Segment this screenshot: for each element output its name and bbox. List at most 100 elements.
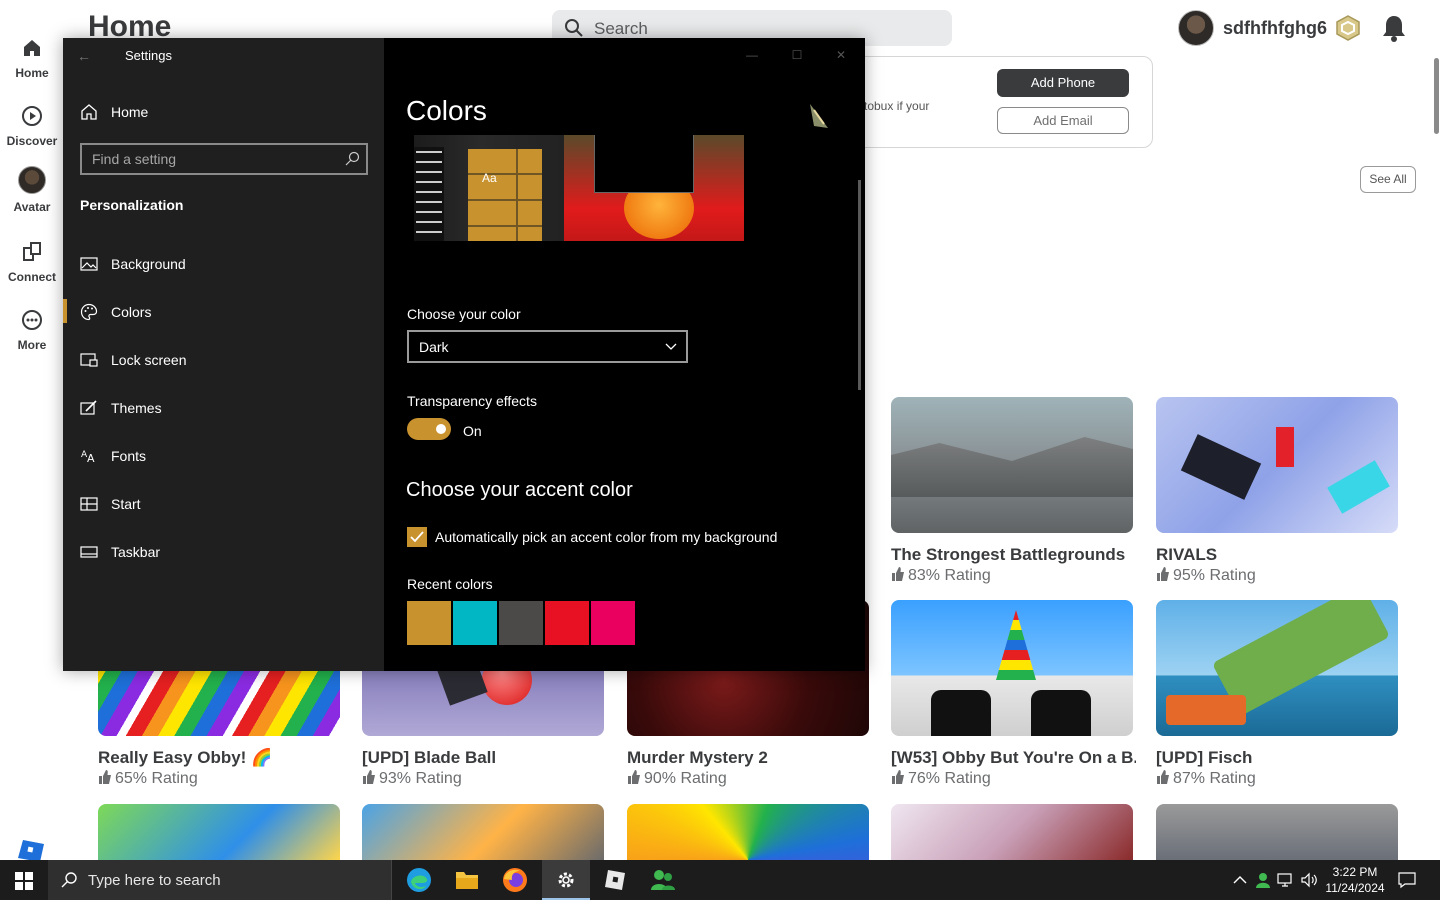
search-icon bbox=[345, 151, 360, 166]
settings-window: ← Settings Home Find a setting Personali… bbox=[63, 38, 865, 671]
transparency-label: Transparency effects bbox=[407, 393, 537, 409]
settings-nav-pane: ← Settings Home Find a setting Personali… bbox=[63, 38, 384, 671]
taskbar-app-firefox[interactable] bbox=[491, 860, 539, 900]
nav-themes[interactable]: Themes bbox=[80, 398, 370, 420]
recent-color-swatch[interactable] bbox=[591, 601, 635, 645]
notification-center-icon[interactable] bbox=[1398, 871, 1416, 889]
game-rating: 76% Rating bbox=[891, 770, 1136, 788]
palette-icon bbox=[80, 303, 98, 321]
user-avatar[interactable] bbox=[1178, 10, 1214, 46]
add-email-button[interactable]: Add Email bbox=[997, 107, 1129, 134]
see-all-button[interactable]: See All bbox=[1360, 166, 1416, 193]
game-name: [W53] Obby But You're On a B... bbox=[891, 748, 1136, 767]
people-tray-icon[interactable] bbox=[1254, 871, 1272, 889]
active-indicator bbox=[63, 299, 67, 323]
nav-label: Background bbox=[111, 256, 186, 272]
game-rating-text: 90% Rating bbox=[644, 770, 727, 787]
show-hidden-icons-chevron-icon[interactable] bbox=[1231, 871, 1249, 889]
find-setting-input[interactable]: Find a setting bbox=[80, 143, 368, 175]
nav-avatar[interactable]: Avatar bbox=[0, 166, 64, 228]
nav-colors[interactable]: Colors bbox=[80, 302, 370, 324]
thumbs-up-icon bbox=[1157, 770, 1169, 784]
auto-accent-checkbox[interactable] bbox=[407, 527, 427, 547]
nav-avatar-label: Avatar bbox=[13, 200, 51, 214]
maximize-button[interactable]: ☐ bbox=[782, 42, 812, 68]
svg-text:A: A bbox=[87, 452, 95, 465]
game-rating: 93% Rating bbox=[362, 770, 607, 788]
volume-icon[interactable] bbox=[1300, 871, 1318, 889]
preview-thumbnail-icon bbox=[810, 104, 828, 128]
recent-color-swatch[interactable] bbox=[545, 601, 589, 645]
roblox-icon bbox=[605, 870, 625, 890]
taskbar-clock[interactable]: 3:22 PM 11/24/2024 bbox=[1322, 864, 1388, 896]
minimize-button[interactable]: — bbox=[737, 42, 767, 68]
game-name: Murder Mystery 2 bbox=[627, 748, 768, 767]
page-title: Colors bbox=[406, 95, 487, 126]
start-button[interactable] bbox=[0, 860, 48, 900]
start-icon bbox=[80, 497, 98, 511]
section-heading: Personalization bbox=[80, 197, 184, 213]
nav-fonts[interactable]: AA Fonts bbox=[80, 446, 370, 468]
auto-accent-label[interactable]: Automatically pick an accent color from … bbox=[435, 529, 777, 545]
taskbar-app-roblox[interactable] bbox=[591, 860, 639, 900]
recent-color-swatch[interactable] bbox=[453, 601, 497, 645]
taskbar-search-box[interactable]: Type here to search bbox=[48, 860, 392, 900]
game-tile[interactable]: RIVALS 95% Rating bbox=[1156, 397, 1401, 585]
game-tile[interactable] bbox=[98, 804, 340, 860]
page-scrollbar[interactable] bbox=[1434, 58, 1439, 134]
settings-content-pane: — ☐ ✕ Colors Aa Choose your color Dark T… bbox=[384, 38, 865, 671]
recent-color-swatch[interactable] bbox=[499, 601, 543, 645]
game-tile[interactable]: The Strongest Battlegrounds 83% Rating bbox=[891, 397, 1136, 585]
settings-scrollbar[interactable] bbox=[858, 180, 861, 390]
taskbar-app-file-explorer[interactable] bbox=[443, 860, 491, 900]
game-rating-text: 95% Rating bbox=[1173, 567, 1256, 584]
firefox-icon bbox=[503, 868, 527, 892]
recent-color-swatch[interactable] bbox=[407, 601, 451, 645]
fonts-icon: AA bbox=[81, 450, 95, 465]
roblox-logo-icon bbox=[18, 840, 44, 862]
username[interactable]: sdfhfhfghg6 bbox=[1223, 18, 1327, 39]
close-button[interactable]: ✕ bbox=[826, 42, 856, 68]
nav-more[interactable]: More bbox=[0, 308, 64, 370]
nav-connect[interactable]: Connect bbox=[0, 240, 64, 302]
game-thumbnail bbox=[891, 397, 1133, 533]
game-rating: 95% Rating bbox=[1156, 567, 1401, 585]
home-icon bbox=[24, 40, 40, 56]
image-icon bbox=[80, 257, 98, 271]
robux-shield-icon[interactable] bbox=[1334, 14, 1362, 42]
game-rating: 83% Rating bbox=[891, 567, 1136, 585]
nav-background[interactable]: Background bbox=[80, 254, 370, 276]
nav-label: Taskbar bbox=[111, 544, 161, 560]
nav-home-label: Home bbox=[15, 66, 49, 80]
taskbar-app-edge[interactable] bbox=[395, 860, 443, 900]
taskbar-app-settings[interactable] bbox=[542, 860, 590, 900]
nav-lock-screen[interactable]: Lock screen bbox=[80, 350, 370, 372]
game-thumbnail bbox=[1156, 600, 1398, 736]
color-mode-value: Dark bbox=[419, 339, 449, 355]
game-tile[interactable] bbox=[627, 804, 869, 860]
nav-discover[interactable]: Discover bbox=[0, 104, 64, 166]
game-tile[interactable] bbox=[891, 804, 1133, 860]
nav-taskbar[interactable]: Taskbar bbox=[80, 542, 370, 564]
color-mode-dropdown[interactable]: Dark bbox=[407, 330, 688, 363]
network-icon[interactable] bbox=[1277, 871, 1295, 889]
game-tile[interactable] bbox=[362, 804, 604, 860]
people-icon bbox=[651, 870, 675, 890]
game-thumbnail bbox=[891, 804, 1133, 860]
nav-start[interactable]: Start bbox=[80, 494, 370, 516]
notifications-bell-icon[interactable] bbox=[1381, 14, 1407, 42]
transparency-toggle[interactable] bbox=[407, 418, 451, 440]
game-rating-text: 83% Rating bbox=[908, 567, 991, 584]
game-thumbnail bbox=[1156, 397, 1398, 533]
game-name: [UPD] Blade Ball bbox=[362, 748, 497, 767]
toggle-knob bbox=[436, 424, 446, 434]
lock-screen-icon bbox=[80, 353, 98, 367]
game-tile[interactable] bbox=[1156, 804, 1398, 860]
add-phone-button[interactable]: Add Phone bbox=[997, 69, 1129, 97]
game-tile[interactable]: [UPD] Fisch 87% Rating bbox=[1156, 600, 1401, 788]
back-arrow-icon[interactable]: ← bbox=[77, 48, 93, 64]
game-tile[interactable]: [W53] Obby But You're On a B... 76% Rati… bbox=[891, 600, 1136, 788]
taskbar-app-people[interactable] bbox=[639, 860, 687, 900]
nav-home[interactable]: Home bbox=[0, 36, 64, 98]
checkmark-icon bbox=[410, 531, 424, 543]
